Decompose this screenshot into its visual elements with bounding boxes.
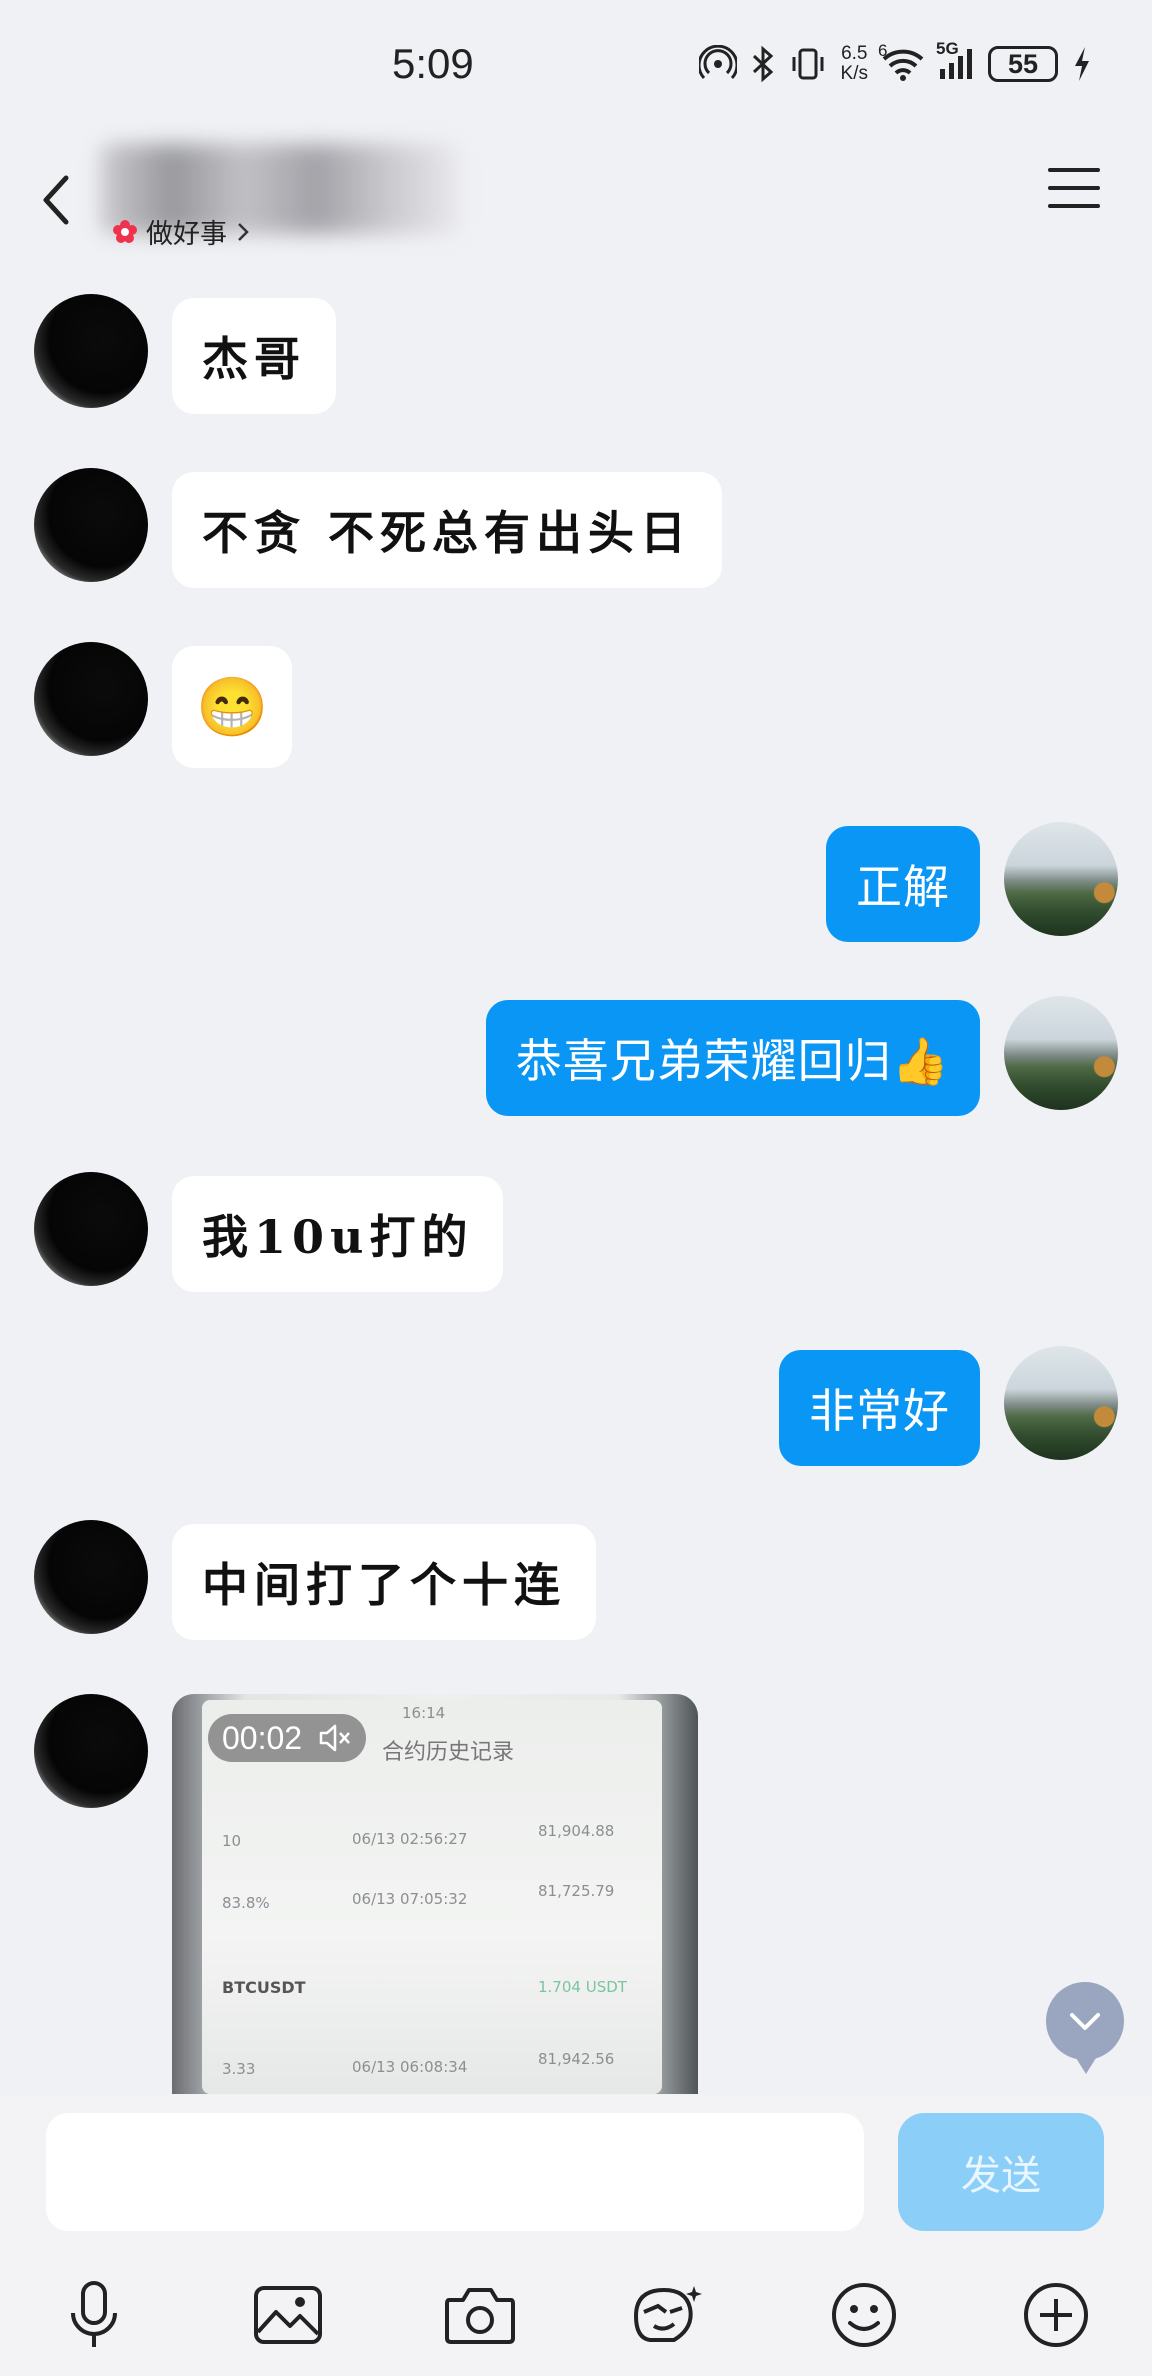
status-time: 5:09: [392, 40, 474, 87]
back-icon[interactable]: [36, 170, 76, 230]
thumb-lev: 10: [222, 1832, 242, 1850]
status-bar: 5:09 6.5 K/s 6 5G 55: [0, 0, 1152, 130]
message-item: 😁: [0, 642, 1152, 768]
message-bubble[interactable]: 我10u打的: [172, 1176, 504, 1292]
message-item: 杰哥: [0, 294, 1152, 414]
thumb-time1: 06/13 02:56:27: [352, 1830, 468, 1848]
thumb-price1: 81,904.88: [538, 1822, 615, 1840]
thumb-price3: 81,942.56: [538, 2050, 615, 2068]
contact-avatar[interactable]: [34, 1520, 148, 1634]
video-duration: 00:02: [222, 1719, 303, 1756]
message-item: 16:14 合约历史记录 10 06/13 02:56:27 81,904.88…: [0, 1694, 1152, 2094]
contact-avatar[interactable]: [34, 642, 148, 756]
wifi-group: 6: [878, 41, 924, 81]
message-bubble[interactable]: 不贪 不死总有出头日: [172, 472, 723, 588]
emoji-bubble[interactable]: 😁: [172, 646, 293, 768]
chat-header: 做好事: [0, 130, 1152, 270]
net-speed-unit: K/s: [840, 63, 868, 84]
message-item: 正解: [0, 822, 1152, 942]
mute-icon: [319, 1724, 351, 1752]
thumb-time3: 06/13 06:08:34: [352, 2058, 468, 2076]
message-item: 我10u打的: [0, 1172, 1152, 1292]
contact-tag[interactable]: 做好事: [112, 212, 251, 251]
contact-tag-label: 做好事: [146, 219, 227, 250]
net-speed-value: 6.5: [841, 43, 868, 64]
message-bubble[interactable]: 非常好: [779, 1350, 980, 1466]
wifi-label: 6: [878, 41, 888, 60]
message-item: 非常好: [0, 1346, 1152, 1466]
camera-icon[interactable]: [442, 2277, 518, 2353]
wifi-icon: [882, 49, 924, 81]
video-duration-pill: 00:02: [208, 1714, 367, 1762]
thumb-clock: 16:14: [402, 1704, 446, 1722]
hotspot-icon: [698, 45, 737, 80]
message-input[interactable]: [46, 2113, 864, 2231]
message-bubble[interactable]: 中间打了个十连: [172, 1524, 596, 1640]
message-item: 恭喜兄弟荣耀回归👍: [0, 996, 1152, 1116]
contact-avatar[interactable]: [34, 468, 148, 582]
message-bubble[interactable]: 恭喜兄弟荣耀回归👍: [485, 1000, 980, 1116]
message-list[interactable]: 杰哥 不贪 不死总有出头日 😁 正解 恭喜兄弟荣耀回归👍 我10u打的 非常好 …: [0, 270, 1152, 2095]
thumb-title: 合约历史记录: [382, 1740, 515, 1765]
scroll-to-bottom-button[interactable]: [1046, 1982, 1124, 2074]
chevron-down-icon: [1070, 2013, 1100, 2030]
thumb-num: 3.33: [222, 2060, 256, 2078]
microphone-icon[interactable]: [56, 2277, 132, 2353]
status-icons: 6.5 K/s 6 5G 55: [698, 39, 1092, 84]
thumb-time2: 06/13 07:05:32: [352, 1890, 468, 1908]
network-type: 5G: [936, 39, 959, 58]
charging-icon: [1075, 47, 1089, 81]
send-button[interactable]: 发送: [898, 2113, 1104, 2231]
message-bubble[interactable]: 正解: [826, 826, 980, 942]
thumb-value1: 1.704 USDT: [538, 1978, 627, 1996]
composer-toolbar: [0, 2255, 1152, 2365]
vibrate-icon: [792, 48, 824, 80]
emoji-icon[interactable]: [826, 2277, 902, 2353]
chevron-right-icon: [238, 222, 249, 241]
contact-avatar[interactable]: [34, 1172, 148, 1286]
video-message[interactable]: 16:14 合约历史记录 10 06/13 02:56:27 81,904.88…: [172, 1694, 698, 2094]
battery-indicator: 55: [988, 46, 1058, 82]
plus-icon[interactable]: [1018, 2277, 1094, 2353]
signal-group: 5G: [936, 39, 974, 81]
thumb-symbol: BTCUSDT: [222, 1978, 306, 1997]
image-icon[interactable]: [250, 2277, 326, 2353]
flower-icon: [113, 219, 137, 243]
thumb-price2: 81,725.79: [538, 1882, 615, 1900]
self-avatar[interactable]: [1004, 1346, 1118, 1460]
net-speed: 6.5 K/s: [841, 44, 868, 84]
menu-icon[interactable]: [1048, 168, 1100, 212]
composer: 发送: [0, 2095, 1152, 2376]
thumb-pct: 83.8%: [222, 1894, 270, 1912]
contact-avatar[interactable]: [34, 294, 148, 408]
contact-avatar[interactable]: [34, 1694, 148, 1808]
message-bubble[interactable]: 杰哥: [172, 298, 336, 414]
message-item: 中间打了个十连: [0, 1520, 1152, 1640]
sticker-icon[interactable]: [630, 2277, 706, 2353]
self-avatar[interactable]: [1004, 996, 1118, 1110]
message-item: 不贪 不死总有出头日: [0, 468, 1152, 588]
bluetooth-icon: [752, 45, 773, 83]
self-avatar[interactable]: [1004, 822, 1118, 936]
